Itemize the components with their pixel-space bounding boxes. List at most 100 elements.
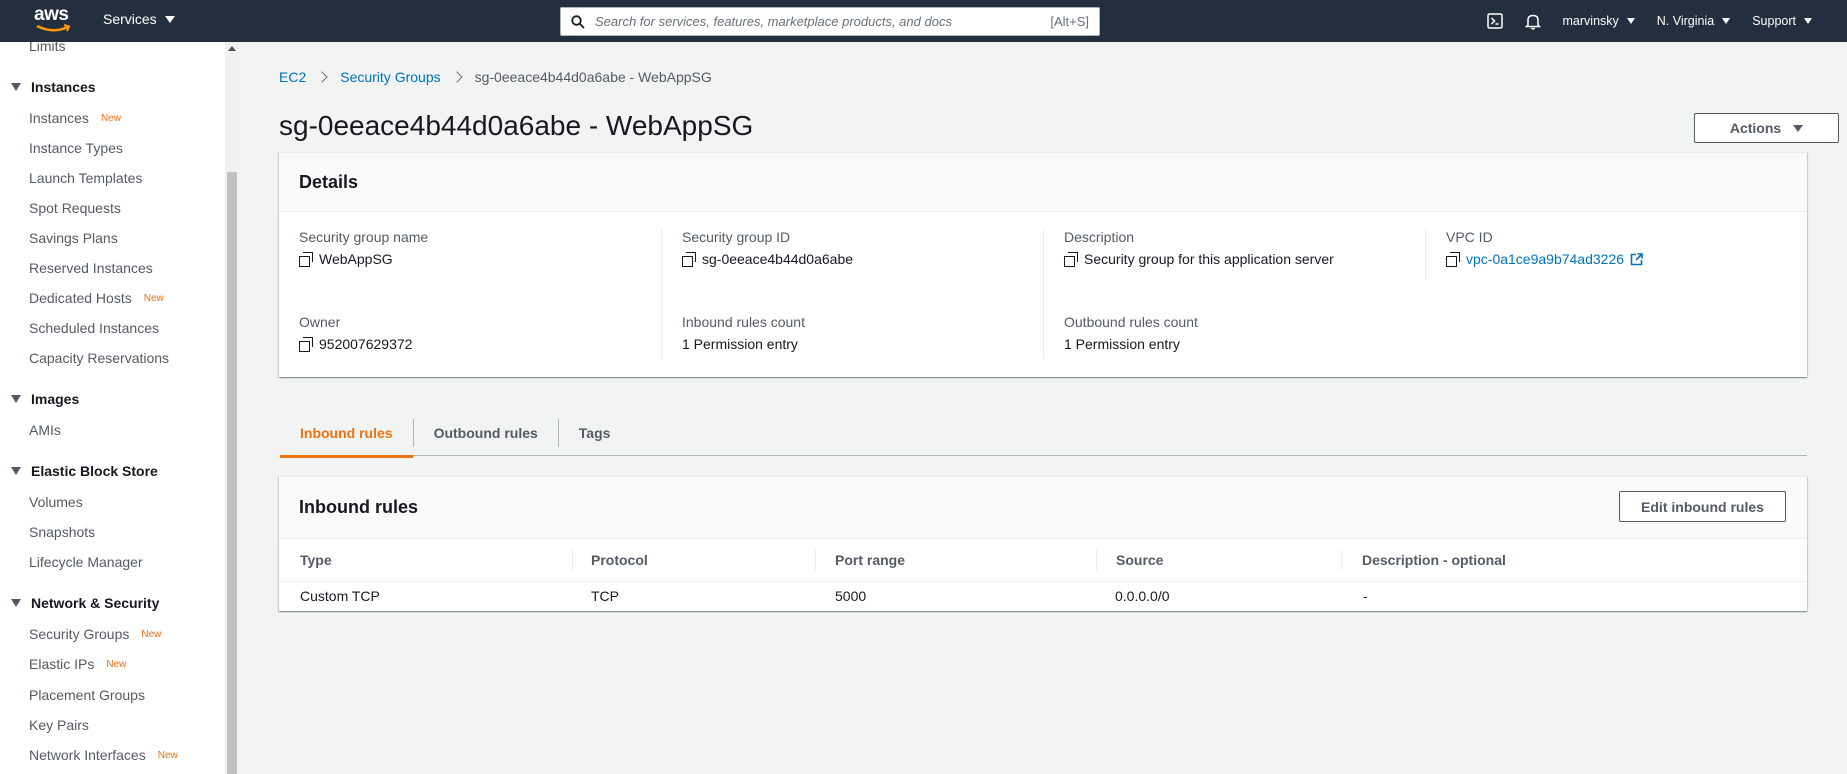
sidebar-item-label: Dedicated Hosts	[29, 290, 132, 306]
account-menu[interactable]: marvinsky	[1563, 14, 1635, 28]
caret-down-icon	[1626, 18, 1635, 24]
notifications-button[interactable]	[1524, 13, 1541, 30]
column-header-description[interactable]: Description - optional	[1362, 538, 1506, 582]
breadcrumb-ec2[interactable]: EC2	[279, 69, 306, 85]
table-row[interactable]: Custom TCP TCP 5000 0.0.0.0/0 -	[280, 582, 1806, 610]
copy-icon[interactable]	[1064, 252, 1078, 267]
external-link-icon[interactable]	[1630, 252, 1643, 266]
copy-icon[interactable]	[299, 252, 313, 267]
page-title: sg-0eeace4b44d0a6abe - WebAppSG	[279, 110, 754, 141]
sidebar-item-label: Elastic IPs	[29, 656, 95, 672]
search-shortcut-hint: [Alt+S]	[1050, 14, 1089, 29]
services-menu[interactable]: Services	[103, 11, 175, 27]
scroll-up-arrow-icon[interactable]	[228, 46, 236, 51]
search-icon	[571, 14, 585, 29]
vpc-id-link[interactable]: vpc-0a1ce9a9b74ad3226	[1466, 251, 1624, 267]
column-divider	[1043, 229, 1044, 359]
column-header-port-range[interactable]: Port range	[835, 538, 905, 582]
details-header: Details	[279, 153, 1807, 212]
scrollbar-thumb[interactable]	[227, 172, 237, 774]
column-divider[interactable]	[815, 550, 816, 570]
sidebar-item-network-interfaces[interactable]: Network Interfaces New	[29, 747, 178, 763]
copy-icon[interactable]	[299, 337, 313, 352]
sidebar-section-images[interactable]: Images	[0, 391, 79, 407]
sidebar-item-label: Instance Types	[29, 140, 123, 156]
caret-down-icon	[1793, 124, 1804, 132]
tab-tags[interactable]: Tags	[559, 410, 631, 456]
column-header-source[interactable]: Source	[1116, 538, 1163, 582]
detail-sg-name: Security group name WebAppSG	[299, 229, 428, 267]
tab-outbound-rules[interactable]: Outbound rules	[414, 410, 558, 456]
sidebar-item-lifecycle-manager[interactable]: Lifecycle Manager	[29, 554, 143, 570]
sidebar: Limits Instances Instances New Instance T…	[0, 42, 239, 774]
search-input[interactable]	[595, 14, 1051, 29]
detail-outbound-count: Outbound rules count 1 Permission entry	[1064, 314, 1198, 352]
detail-sg-id: Security group ID sg-0eeace4b44d0a6abe	[682, 229, 853, 267]
aws-logo-text: aws	[34, 4, 69, 25]
support-menu[interactable]: Support	[1752, 14, 1812, 28]
sidebar-item-label: Capacity Reservations	[29, 350, 170, 366]
column-header-type[interactable]: Type	[300, 538, 332, 582]
detail-value: 1 Permission entry	[1064, 336, 1180, 352]
column-divider[interactable]	[1341, 550, 1342, 570]
sidebar-item-elastic-ips[interactable]: Elastic IPs New	[29, 656, 126, 672]
sidebar-item-instance-types[interactable]: Instance Types	[29, 140, 123, 156]
sidebar-item-spot-requests[interactable]: Spot Requests	[29, 200, 121, 216]
caret-down-icon	[164, 15, 175, 23]
cell-type: Custom TCP	[300, 588, 380, 604]
copy-icon[interactable]	[682, 252, 696, 267]
sidebar-item-launch-templates[interactable]: Launch Templates	[29, 170, 142, 186]
column-divider	[1425, 229, 1426, 279]
copy-icon[interactable]	[1446, 252, 1460, 267]
sidebar-scrollbar[interactable]	[225, 42, 239, 774]
aws-logo[interactable]: aws	[34, 4, 74, 36]
sidebar-section-instances[interactable]: Instances	[0, 79, 96, 95]
sidebar-item-instances[interactable]: Instances New	[29, 110, 121, 126]
new-badge: New	[106, 658, 127, 670]
cloudshell-button[interactable]	[1486, 13, 1503, 29]
new-badge: New	[100, 112, 121, 124]
collapse-triangle-icon	[11, 83, 21, 91]
search-box[interactable]: [Alt+S]	[560, 7, 1100, 36]
bell-icon	[1524, 14, 1541, 30]
cloudshell-icon	[1486, 13, 1503, 29]
breadcrumb-current: sg-0eeace4b44d0a6abe - WebAppSG	[474, 69, 712, 85]
sidebar-item-savings-plans[interactable]: Savings Plans	[29, 230, 118, 246]
sidebar-item-amis[interactable]: AMIs	[29, 422, 61, 438]
sidebar-item-dedicated-hosts[interactable]: Dedicated Hosts New	[29, 290, 164, 306]
sg-name-value: WebAppSG	[319, 251, 393, 267]
region-menu[interactable]: N. Virginia	[1657, 14, 1731, 28]
sidebar-item-key-pairs[interactable]: Key Pairs	[29, 717, 89, 733]
detail-value: WebAppSG	[299, 251, 428, 267]
sidebar-item-placement-groups[interactable]: Placement Groups	[29, 687, 145, 703]
sidebar-item-label: Reserved Instances	[29, 260, 153, 276]
column-divider	[661, 229, 662, 359]
sidebar-item-scheduled-instances[interactable]: Scheduled Instances	[29, 320, 159, 336]
sidebar-section-elastic-block-store[interactable]: Elastic Block Store	[0, 463, 158, 479]
tab-inbound-rules[interactable]: Inbound rules	[280, 410, 413, 458]
column-header-protocol[interactable]: Protocol	[591, 538, 648, 582]
detail-value: sg-0eeace4b44d0a6abe	[682, 251, 853, 267]
inbound-rules-header: Inbound rules	[279, 477, 1807, 539]
sidebar-section-label: Instances	[31, 79, 96, 95]
collapse-triangle-icon	[11, 467, 21, 475]
sidebar-item-reserved-instances[interactable]: Reserved Instances	[29, 260, 153, 276]
detail-value: 1 Permission entry	[682, 336, 798, 352]
top-navigation-bar: aws Services [Alt+S]	[0, 0, 1847, 42]
sidebar-item-capacity-reservations[interactable]: Capacity Reservations	[29, 350, 169, 366]
sidebar-item-volumes[interactable]: Volumes	[29, 494, 83, 510]
sidebar-item-snapshots[interactable]: Snapshots	[29, 524, 95, 540]
sidebar-item-label: Lifecycle Manager	[29, 554, 143, 570]
sidebar-item-label: Limits	[29, 42, 66, 54]
edit-inbound-rules-button[interactable]: Edit inbound rules	[1619, 491, 1786, 522]
tab-bar: Inbound rules Outbound rules Tags	[280, 410, 1807, 458]
breadcrumb-security-groups[interactable]: Security Groups	[340, 69, 440, 85]
sidebar-item-security-groups[interactable]: Security Groups New	[29, 626, 161, 642]
column-divider[interactable]	[1096, 550, 1097, 570]
support-label: Support	[1752, 14, 1796, 28]
column-divider[interactable]	[572, 550, 573, 570]
sidebar-section-network-security[interactable]: Network & Security	[0, 595, 159, 611]
caret-down-icon	[1804, 18, 1812, 24]
actions-button[interactable]: Actions	[1694, 113, 1839, 143]
sidebar-item-limits[interactable]: Limits	[29, 42, 66, 54]
